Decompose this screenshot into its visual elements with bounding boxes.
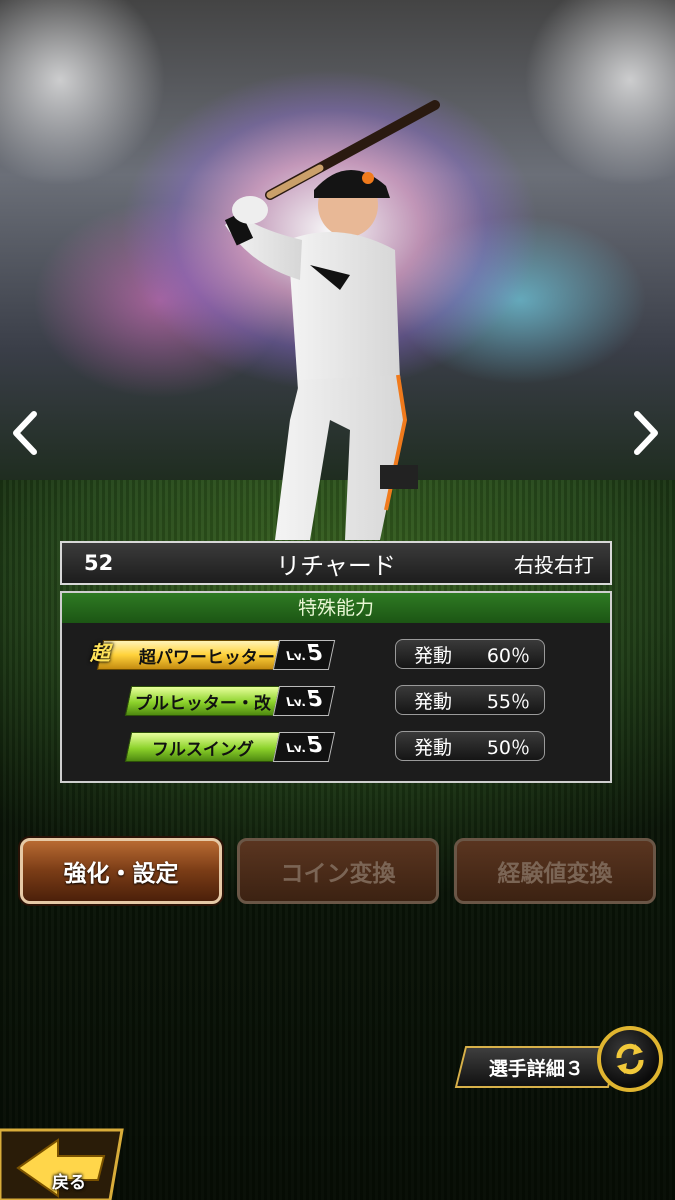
activation-rate: 発動 50％ xyxy=(395,731,545,761)
level-prefix: Lv. xyxy=(284,695,307,709)
coin-exchange-button[interactable]: コイン変換 xyxy=(237,838,439,904)
exp-exchange-button[interactable]: 経験値変換 xyxy=(454,838,656,904)
ability-level: Lv.5 xyxy=(272,732,336,762)
activation-value: 50％ xyxy=(486,736,530,759)
player-image xyxy=(224,100,440,540)
abilities-header: 特殊能力 xyxy=(62,593,610,623)
activation-label: 発動 xyxy=(414,736,453,759)
ability-level: Lv.5 xyxy=(272,686,336,716)
level-prefix: Lv. xyxy=(284,649,307,663)
level-prefix: Lv. xyxy=(284,741,307,755)
activation-rate: 発動 55％ xyxy=(395,685,545,715)
back-label: 戻る xyxy=(52,1173,86,1193)
activation-rate: 発動 60％ xyxy=(395,639,545,669)
chevron-right-icon[interactable] xyxy=(631,410,661,463)
ability-name: 超パワーヒッター xyxy=(139,647,275,668)
player-handedness: 右投右打 xyxy=(514,552,594,577)
player-detail-label: 選手詳細３ xyxy=(489,1057,585,1080)
super-tag-icon: 超 xyxy=(90,641,110,665)
ability-name: フルスイング xyxy=(152,739,254,760)
player-detail-page-button[interactable]: 選手詳細３ xyxy=(454,1046,620,1088)
activation-value: 55％ xyxy=(486,690,530,713)
activation-value: 60％ xyxy=(486,644,530,667)
ability-name: プルヒッター・改 xyxy=(135,693,271,714)
ability-row[interactable]: 超パワーヒッター 超 Lv.5 発動 60％ xyxy=(62,637,610,671)
ability-row[interactable]: プルヒッター・改 Lv.5 発動 55％ xyxy=(62,683,610,717)
cycle-arrows-icon[interactable] xyxy=(597,1026,663,1092)
activation-label: 発動 xyxy=(414,690,453,713)
level-value: 5 xyxy=(304,687,326,712)
chevron-left-icon[interactable] xyxy=(10,410,40,463)
level-value: 5 xyxy=(304,641,326,666)
player-info-bar: 52 リチャード 右投右打 xyxy=(60,541,612,585)
ability-row[interactable]: フルスイング Lv.5 発動 50％ xyxy=(62,729,610,763)
special-abilities-panel: 特殊能力 超パワーヒッター 超 Lv.5 発動 60％ プルヒッター・改 Lv.… xyxy=(60,591,612,783)
level-value: 5 xyxy=(304,733,326,758)
ability-name-badge: フルスイング xyxy=(124,732,282,762)
ability-name-badge: プルヒッター・改 xyxy=(124,686,282,716)
activation-label: 発動 xyxy=(414,644,453,667)
enhance-settings-button[interactable]: 強化・設定 xyxy=(20,838,222,904)
ability-name-badge: 超パワーヒッター xyxy=(96,640,282,670)
ability-level: Lv.5 xyxy=(272,640,336,670)
